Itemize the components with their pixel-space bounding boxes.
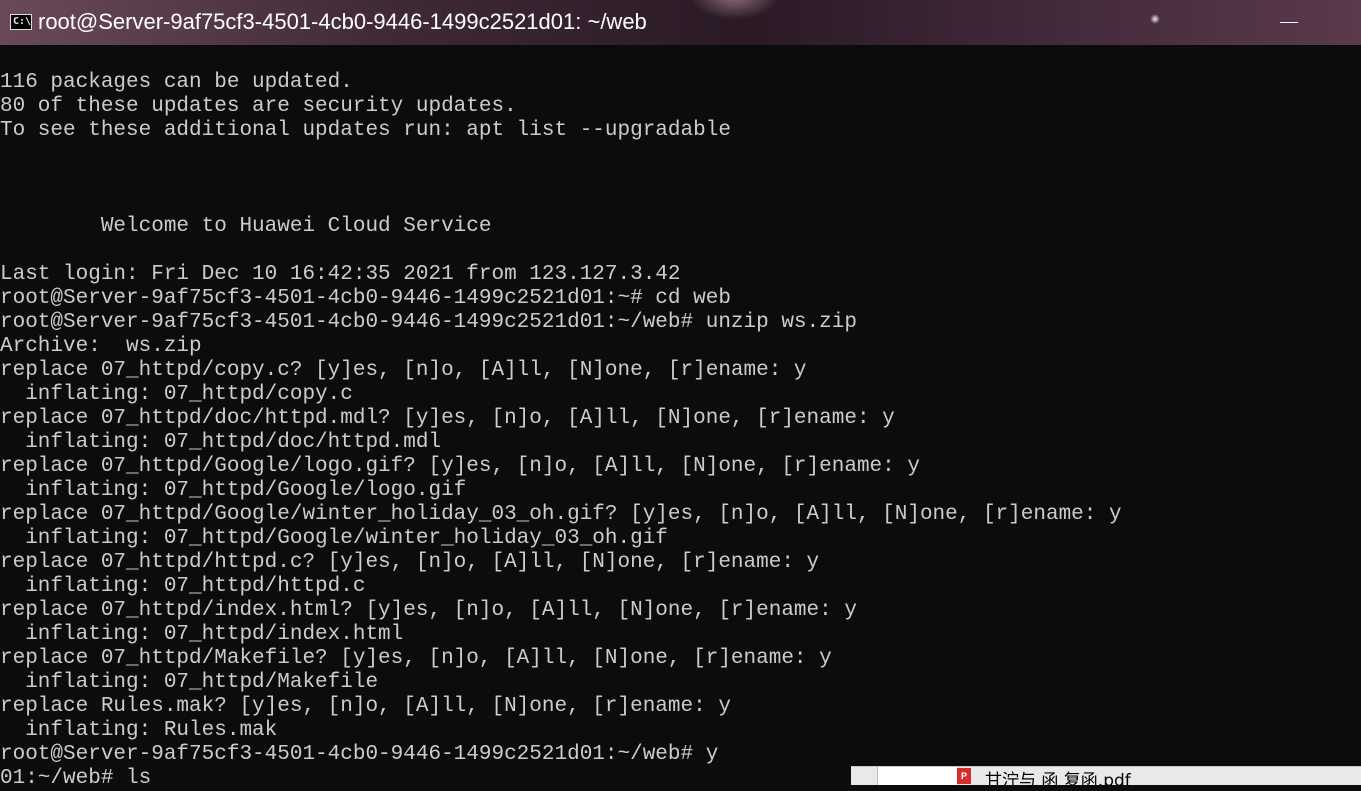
- window-title: root@Server-9af75cf3-4501-4cb0-9446-1499…: [38, 9, 647, 34]
- terminal-line: replace 07_httpd/copy.c? [y]es, [n]o, [A…: [0, 359, 807, 382]
- terminal-line: root@Server-9af75cf3-4501-4cb0-9446-1499…: [0, 287, 731, 310]
- terminal-line: inflating: 07_httpd/doc/httpd.mdl: [0, 431, 442, 454]
- terminal-line: inflating: 07_httpd/index.html: [0, 623, 404, 646]
- title-bar[interactable]: C:\ root@Server-9af75cf3-4501-4cb0-9446-…: [0, 0, 1361, 45]
- terminal-line: replace 07_httpd/index.html? [y]es, [n]o…: [0, 599, 857, 622]
- title-bar-decoration: [690, 0, 780, 20]
- terminal-line: 80 of these updates are security updates…: [0, 95, 517, 118]
- title-bar-sparkle: [1150, 14, 1160, 24]
- pdf-file-icon[interactable]: P: [957, 768, 971, 784]
- terminal-line: replace 07_httpd/Google/logo.gif? [y]es,…: [0, 455, 920, 478]
- taskbar-blank-item[interactable]: [877, 767, 959, 785]
- terminal-line: inflating: 07_httpd/Google/logo.gif: [0, 479, 467, 502]
- terminal-line: To see these additional updates run: apt…: [0, 119, 731, 142]
- cmd-icon[interactable]: C:\: [10, 14, 32, 30]
- terminal-line: root@Server-9af75cf3-4501-4cb0-9446-1499…: [0, 743, 719, 766]
- terminal-line: replace 07_httpd/httpd.c? [y]es, [n]o, […: [0, 551, 820, 574]
- taskbar: P 甘泞与 函 复函.pdf: [851, 766, 1361, 791]
- terminal-line: replace 07_httpd/doc/httpd.mdl? [y]es, […: [0, 407, 895, 430]
- terminal-line: inflating: 07_httpd/Google/winter_holida…: [0, 527, 668, 550]
- terminal-line: replace Rules.mak? [y]es, [n]o, [A]ll, […: [0, 695, 731, 718]
- terminal-line: inflating: 07_httpd/copy.c: [0, 383, 353, 406]
- terminal-line: inflating: Rules.mak: [0, 719, 278, 742]
- taskbar-file-name[interactable]: 甘泞与 函 复函.pdf: [985, 766, 1131, 791]
- terminal-line: 116 packages can be updated.: [0, 71, 353, 94]
- terminal-line: replace 07_httpd/Google/winter_holiday_0…: [0, 503, 1122, 526]
- terminal-line: inflating: 07_httpd/httpd.c: [0, 575, 366, 598]
- minimize-button[interactable]: [1270, 8, 1310, 36]
- terminal-line: Welcome to Huawei Cloud Service: [0, 215, 492, 238]
- terminal-line: Last login: Fri Dec 10 16:42:35 2021 fro…: [0, 263, 681, 286]
- terminal-line: Archive: ws.zip: [0, 335, 202, 358]
- close-button[interactable]: [1348, 0, 1361, 45]
- minimize-icon: [1280, 22, 1298, 23]
- terminal-line: 01:~/web# ls: [0, 767, 152, 785]
- terminal-line: root@Server-9af75cf3-4501-4cb0-9446-1499…: [0, 311, 857, 334]
- terminal-line: replace 07_httpd/Makefile? [y]es, [n]o, …: [0, 647, 832, 670]
- terminal-line: inflating: 07_httpd/Makefile: [0, 671, 379, 694]
- terminal-output[interactable]: 116 packages can be updated. 80 of these …: [0, 45, 1361, 785]
